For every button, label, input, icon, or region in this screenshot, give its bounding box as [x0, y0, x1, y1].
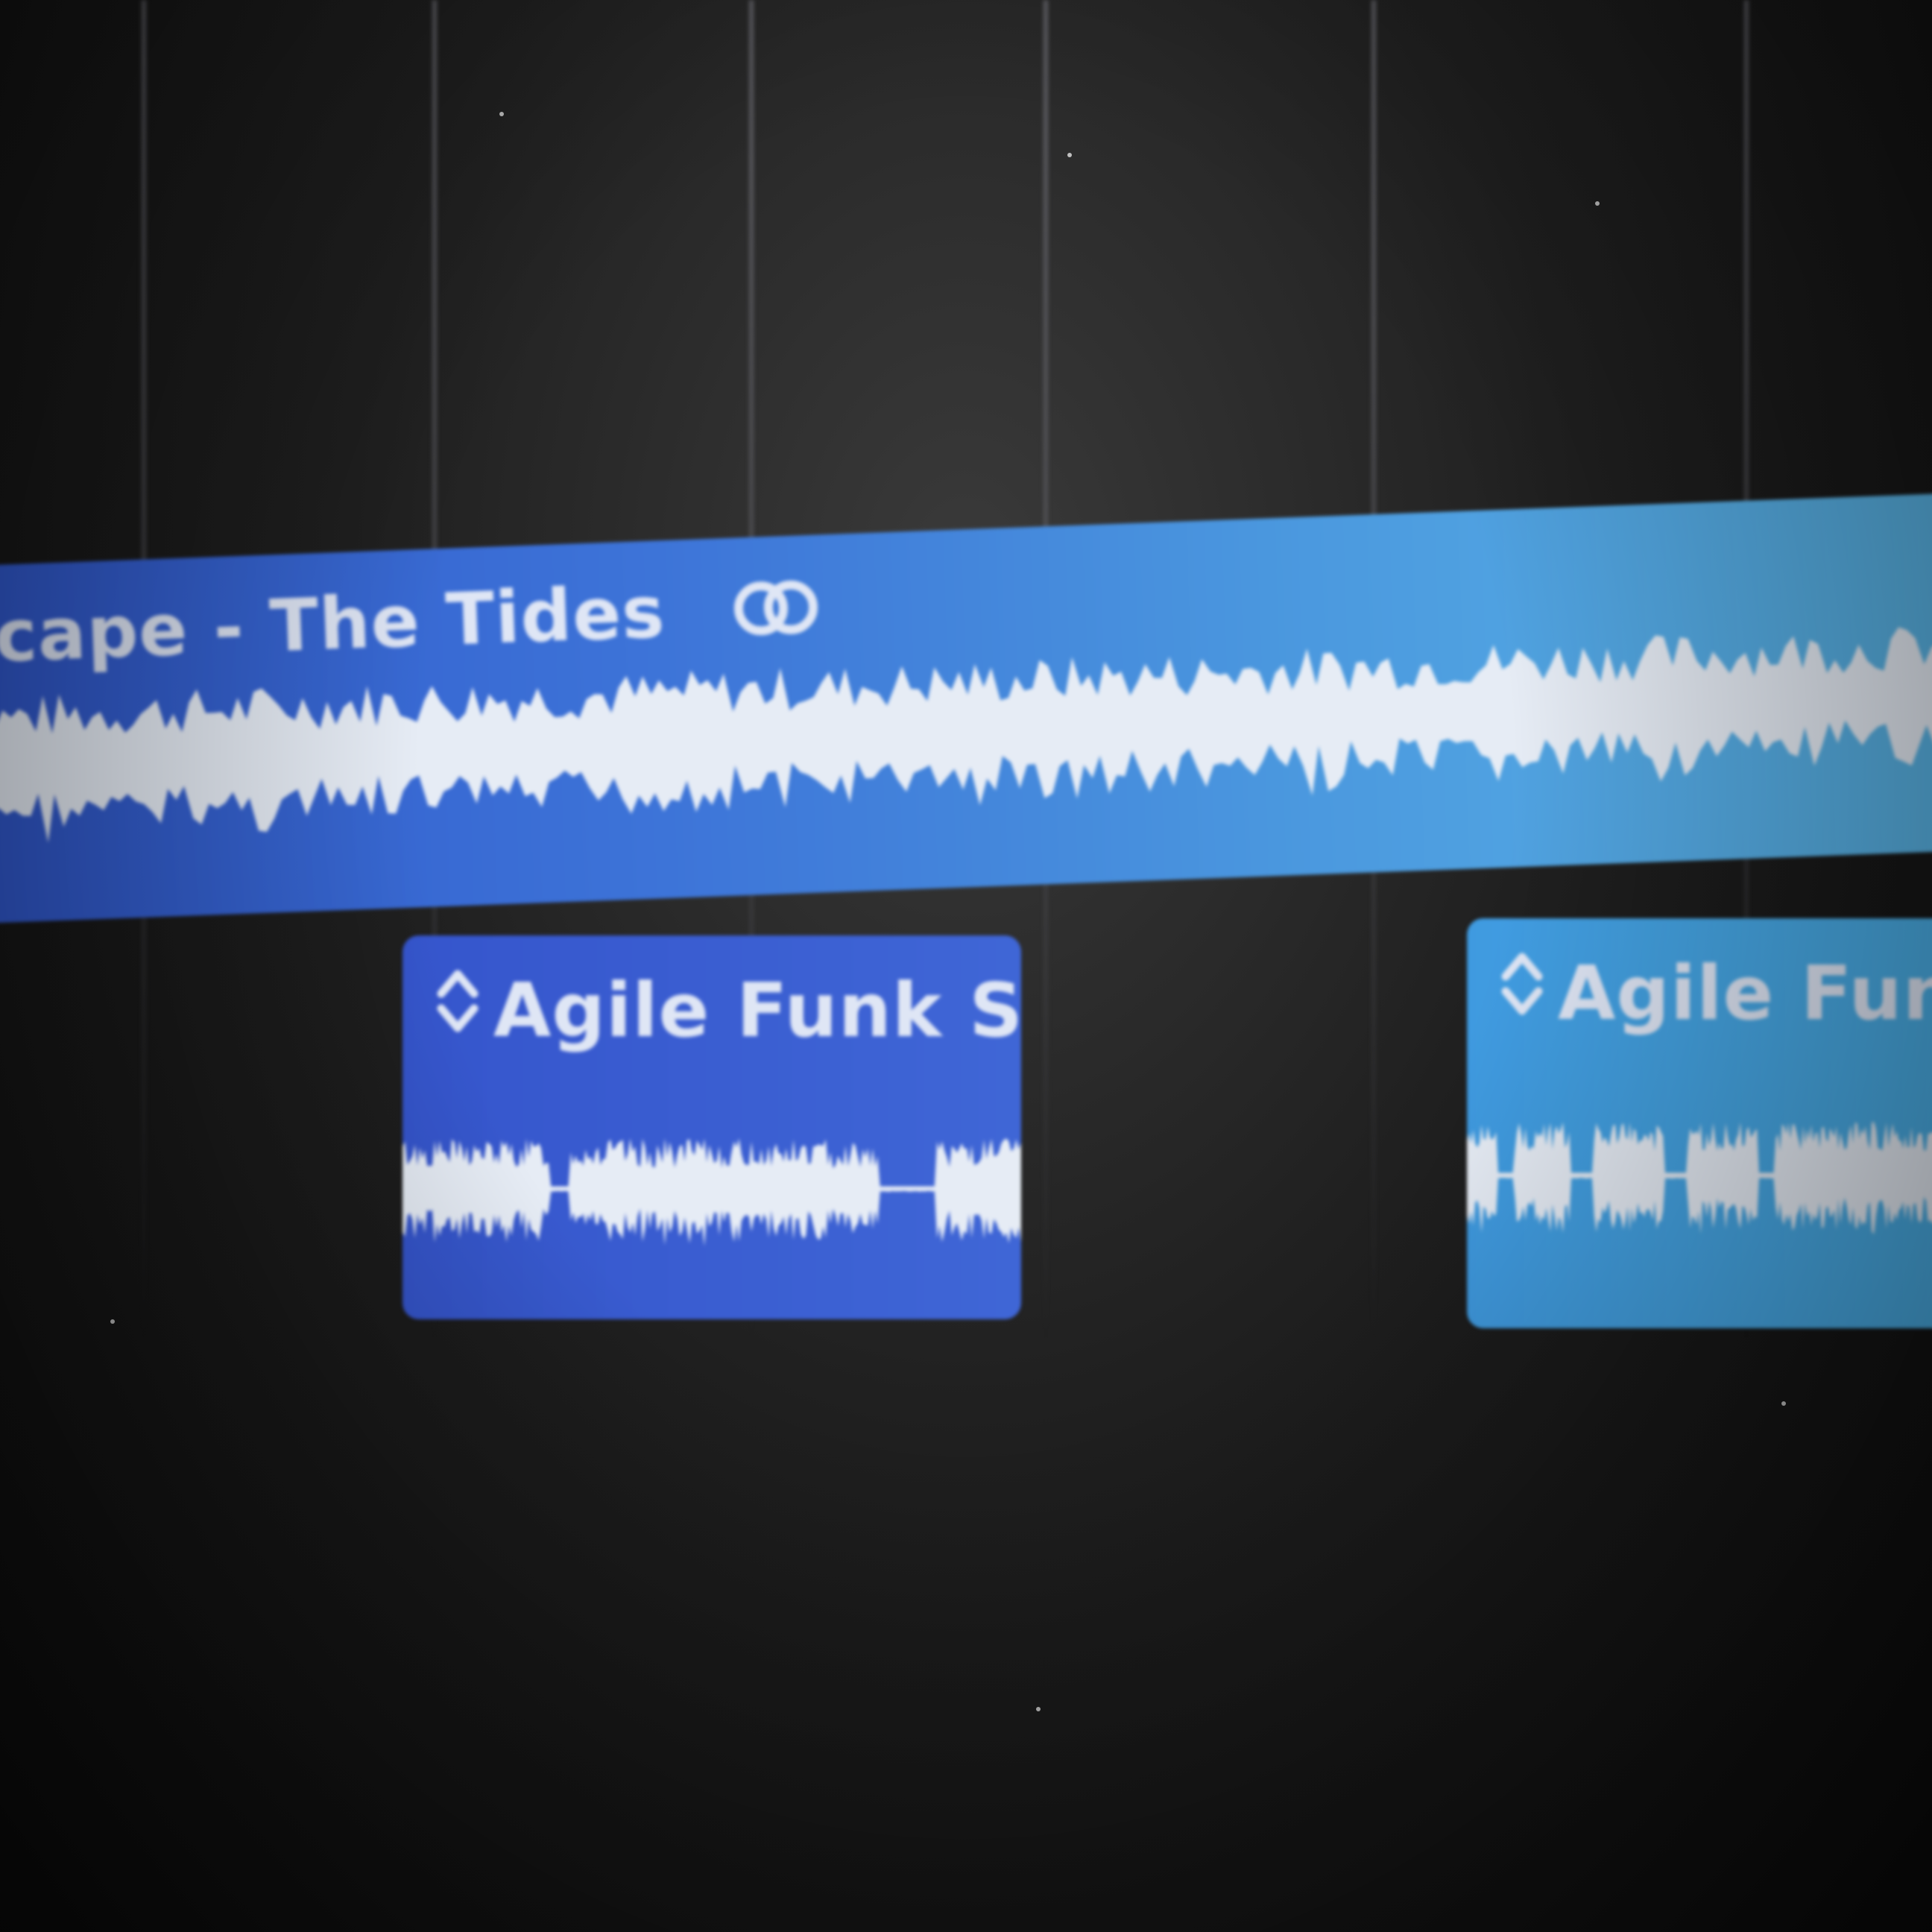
audio-region-the-tides[interactable]: scape - The Tides — [0, 492, 1932, 924]
waveform-shape — [1467, 1122, 1932, 1235]
waveform — [402, 1138, 1021, 1247]
dust-speck — [1595, 201, 1600, 206]
region-title: Agile Fun — [1500, 947, 1932, 1039]
waveform-shape — [402, 1138, 1021, 1247]
dust-speck — [1036, 1707, 1041, 1711]
audio-region-agile-funk-1[interactable]: Agile Funk Syn — [402, 935, 1021, 1319]
dust-speck — [110, 1319, 115, 1324]
loop-icon — [727, 569, 827, 657]
updown-arrows-icon — [1500, 947, 1544, 1039]
dust-speck — [1067, 153, 1072, 157]
arrange-area: scape - The Tides Agile Funk Syn — [0, 0, 1932, 1932]
region-title: Agile Funk Syn — [435, 964, 1021, 1056]
dust-speck — [1781, 1401, 1786, 1406]
region-name: Agile Fun — [1558, 949, 1932, 1037]
updown-arrows-icon — [435, 964, 480, 1056]
waveform — [1467, 1122, 1932, 1235]
region-name: Agile Funk Syn — [493, 966, 1021, 1054]
audio-region-agile-funk-2[interactable]: Agile Fun — [1467, 918, 1932, 1328]
dust-speck — [499, 112, 504, 116]
